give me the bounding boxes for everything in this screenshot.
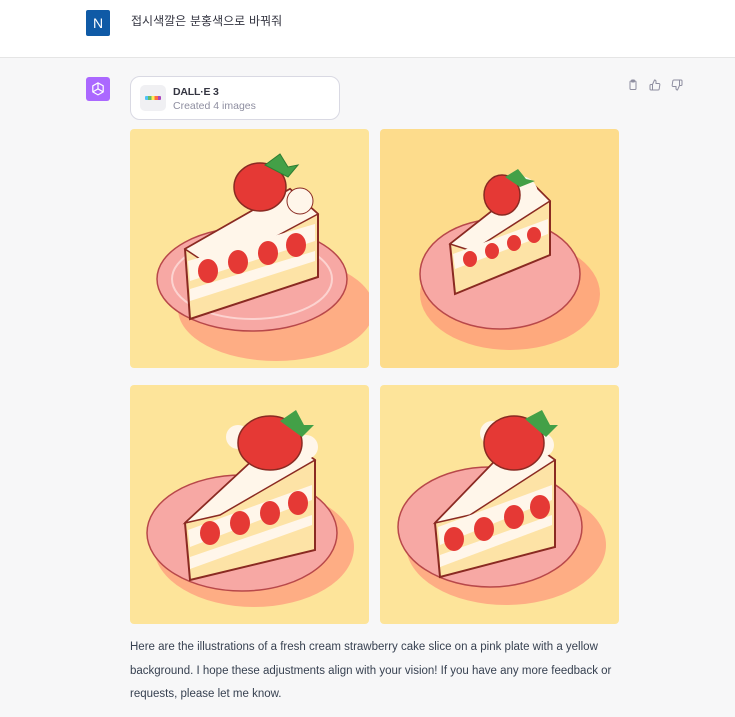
cake-image-4[interactable] [380, 385, 619, 624]
tool-subtitle: Created 4 images [173, 100, 256, 112]
cake-image-1[interactable] [130, 129, 369, 368]
user-message-row: N 접시색깔은 분홍색으로 바꿔줘 [0, 0, 735, 58]
user-message-text: 접시색깔은 분홍색으로 바꿔줘 [131, 14, 283, 28]
tool-title: DALL·E 3 [173, 86, 219, 98]
cake-image-2[interactable] [380, 129, 619, 368]
message-actions [626, 78, 684, 92]
thumbs-up-icon[interactable] [648, 78, 662, 92]
assistant-reply-text: Here are the illustrations of a fresh cr… [130, 641, 612, 700]
user-avatar: N [86, 10, 110, 36]
clipboard-icon[interactable] [626, 78, 640, 92]
cake-image-3[interactable] [130, 385, 369, 624]
thumbs-down-icon[interactable] [670, 78, 684, 92]
assistant-message-row: DALL·E 3 Created 4 images Here are the i… [0, 58, 735, 717]
dalle-tool-card[interactable]: DALL·E 3 Created 4 images [130, 76, 340, 120]
openai-logo-icon [86, 77, 110, 101]
dalle-icon [140, 85, 166, 111]
